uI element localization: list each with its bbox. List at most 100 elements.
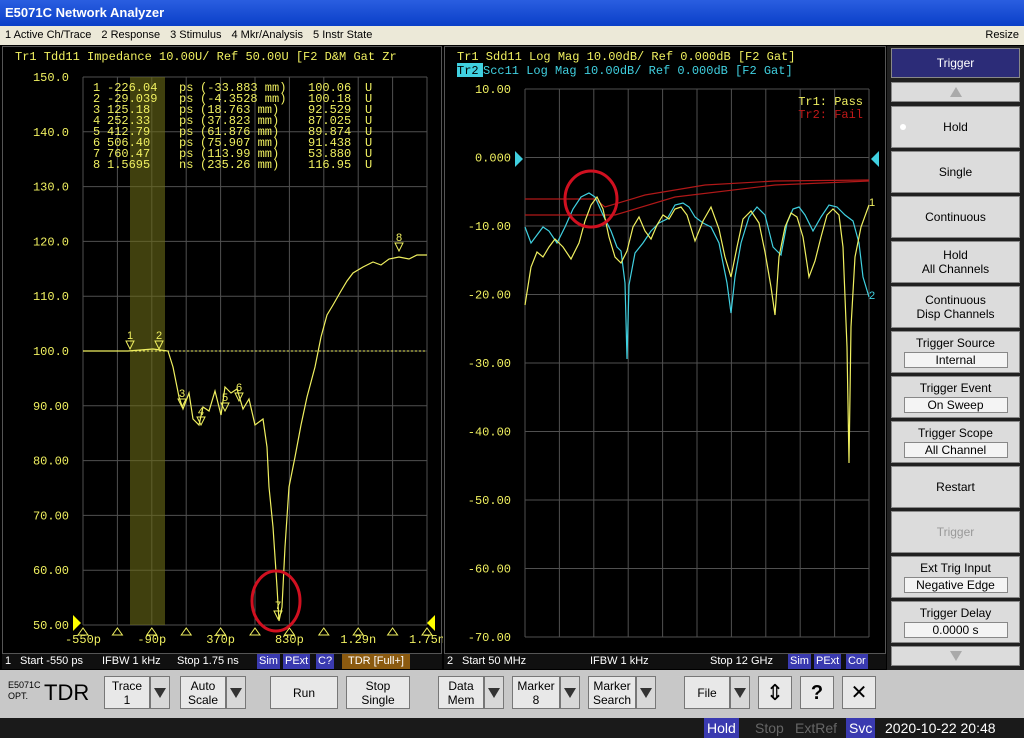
file-dropdown[interactable] bbox=[730, 676, 750, 709]
softkey-trigger-source[interactable]: Trigger Source Internal bbox=[891, 331, 1020, 373]
marker-search-dropdown[interactable] bbox=[636, 676, 656, 709]
data-mem-dropdown[interactable] bbox=[484, 676, 504, 709]
marker-search-button[interactable]: Marker Search bbox=[588, 676, 636, 709]
ch1-status-c: C? bbox=[316, 654, 335, 669]
softkey-cont-disp-l2: Disp Channels bbox=[916, 307, 995, 321]
status-stop: Stop bbox=[755, 720, 784, 736]
trigger-event-label: Trigger Event bbox=[919, 381, 992, 395]
ch1-y-tick-label: 140.0 bbox=[33, 126, 69, 140]
marker-value: 8 bbox=[532, 692, 540, 707]
softkey-trigger[interactable]: Trigger bbox=[891, 511, 1020, 553]
softkey-hold-all-l1: Hold bbox=[943, 248, 968, 262]
help-button[interactable]: ? bbox=[800, 676, 834, 709]
softkey-restart[interactable]: Restart bbox=[891, 466, 1020, 508]
ch1-status-start: Start -550 ps bbox=[20, 655, 83, 667]
trigger-scope-label: Trigger Scope bbox=[918, 426, 993, 440]
ch1-marker-table: 1 -226.04 ps (-33.883 mm) 100.06 U2 -29.039 ps(… bbox=[93, 81, 372, 172]
ch1-y-tick-label: 150.0 bbox=[33, 71, 69, 85]
limit-tr2-fail: Tr2: Fail bbox=[798, 108, 863, 122]
ch1-x-tick-marker bbox=[317, 627, 330, 636]
ch1-marker-flag-label: 8 bbox=[396, 232, 402, 244]
ch2-status-stop: Stop 12 GHz bbox=[710, 655, 773, 667]
softkey-trigger-delay[interactable]: Trigger Delay 0.0000 s bbox=[891, 601, 1020, 643]
softkey-ext-trig[interactable]: Ext Trig Input Negative Edge bbox=[891, 556, 1020, 598]
ch1-trace-title: Tr1 Tdd11 Impedance 10.00U/ Ref 50.00U [… bbox=[15, 50, 397, 64]
ch1-marker-readout: ns bbox=[179, 158, 193, 172]
ch1-x-tick-marker bbox=[111, 627, 124, 636]
ch1-marker-readout: U bbox=[365, 158, 372, 172]
softkey-hold[interactable]: Hold bbox=[891, 106, 1020, 148]
trace-value: 1 bbox=[123, 692, 131, 707]
ch1-marker-flag-label: 5 bbox=[222, 392, 228, 404]
softkey-scroll-up[interactable] bbox=[891, 82, 1020, 102]
softkey-trigger-scope[interactable]: Trigger Scope All Channel bbox=[891, 421, 1020, 463]
trace-button[interactable]: Trace 1 bbox=[104, 676, 150, 709]
ch1-x-ticks: -550p -90p 370p 830p 1.29n 1.75n bbox=[65, 627, 443, 647]
menu-stimulus[interactable]: 3 Stimulus bbox=[165, 26, 226, 45]
ext-trig-label: Ext Trig Input bbox=[920, 561, 991, 575]
ch1-ref-arrow-left bbox=[73, 615, 81, 631]
entry-toggle-button[interactable]: ⇕ bbox=[758, 676, 792, 709]
trigger-source-value: Internal bbox=[903, 352, 1008, 368]
softkey-scroll-down[interactable] bbox=[891, 646, 1020, 666]
ch2-trace2-label: Tr2 bbox=[457, 64, 479, 78]
softkey-panel: Trigger Hold Single Continuous Hold All C… bbox=[887, 46, 1024, 670]
stop-single-button[interactable]: Stop Single bbox=[346, 676, 410, 709]
softkey-header-trigger: Trigger bbox=[891, 48, 1020, 78]
ch2-status-ifbw: IFBW 1 kHz bbox=[590, 655, 649, 667]
stop-label: Stop bbox=[365, 678, 391, 693]
marker-search-label1: Marker bbox=[593, 678, 631, 693]
trigger-delay-value: 0.0000 s bbox=[903, 622, 1008, 638]
channel2-plot: Tr1 Sdd11 Log Mag 10.00dB/ Ref 0.000dB [… bbox=[457, 50, 879, 645]
ch2-y-tick-label: -30.00 bbox=[468, 357, 511, 371]
data-mem-button[interactable]: Data Mem bbox=[438, 676, 484, 709]
up-down-arrow-icon: ⇕ bbox=[765, 679, 785, 705]
ch1-status-bar: 1 Start -550 ps IFBW 1 kHz Stop 1.75 ns … bbox=[2, 654, 442, 669]
trigger-event-value: On Sweep bbox=[903, 397, 1008, 413]
softkey-continuous[interactable]: Continuous bbox=[891, 196, 1020, 238]
ch1-status-tdr: TDR [Full+] bbox=[342, 654, 410, 669]
file-button[interactable]: File bbox=[684, 676, 730, 709]
menu-response[interactable]: 2 Response bbox=[96, 26, 165, 45]
dropdown-arrow-icon bbox=[564, 687, 576, 698]
channel1-window[interactable]: Tr1 Tdd11 Impedance 10.00U/ Ref 50.00U [… bbox=[2, 46, 443, 654]
ch1-y-tick-label: 70.00 bbox=[33, 509, 69, 523]
ch1-y-tick-label: 90.00 bbox=[33, 400, 69, 414]
trace-dropdown[interactable] bbox=[150, 676, 170, 709]
ch2-y-tick-label: -50.00 bbox=[468, 494, 511, 508]
dropdown-arrow-icon bbox=[734, 687, 746, 698]
ch2-status-sim: Sim bbox=[788, 654, 811, 669]
menu-mkr-analysis[interactable]: 4 Mkr/Analysis bbox=[226, 26, 308, 45]
auto-scale-button[interactable]: Auto Scale bbox=[180, 676, 226, 709]
limit-tr1-pass: Tr1: Pass bbox=[798, 95, 863, 109]
logo-opt: OPT. bbox=[8, 691, 29, 701]
close-button[interactable]: ✕ bbox=[842, 676, 876, 709]
channel1-plot: Tr1 Tdd11 Impedance 10.00U/ Ref 50.00U [… bbox=[15, 50, 443, 647]
softkey-trigger-event[interactable]: Trigger Event On Sweep bbox=[891, 376, 1020, 418]
ch2-ref-arrow-left bbox=[515, 151, 523, 167]
run-button[interactable]: Run bbox=[270, 676, 338, 709]
ch2-y-tick-label: -60.00 bbox=[468, 563, 511, 577]
ch1-x-tick-marker bbox=[180, 627, 193, 636]
channel2-window[interactable]: Tr1 Sdd11 Log Mag 10.00dB/ Ref 0.000dB [… bbox=[444, 46, 886, 654]
softkey-single[interactable]: Single bbox=[891, 151, 1020, 193]
marker-button[interactable]: Marker 8 bbox=[512, 676, 560, 709]
model-logo: E5071C OPT. bbox=[8, 680, 41, 702]
menu-active-ch[interactable]: 1 Active Ch/Trace bbox=[0, 26, 96, 45]
softkey-hold-all-l2: All Channels bbox=[921, 262, 990, 276]
ch1-y-tick-label: 60.00 bbox=[33, 564, 69, 578]
softkey-continuous-disp[interactable]: Continuous Disp Channels bbox=[891, 286, 1020, 328]
ch1-status-ch: 1 bbox=[5, 655, 12, 667]
auto-scale-dropdown[interactable] bbox=[226, 676, 246, 709]
ch2-y-tick-label: -20.00 bbox=[468, 289, 511, 303]
menu-instr-state[interactable]: 5 Instr State bbox=[308, 26, 377, 45]
window-title: E5071C Network Analyzer bbox=[0, 0, 1024, 26]
logo-model: E5071C bbox=[8, 680, 41, 690]
menu-resize[interactable]: Resize bbox=[980, 26, 1024, 45]
ch1-y-tick-label: 120.0 bbox=[33, 235, 69, 249]
softkey-cont-disp-l1: Continuous bbox=[925, 293, 986, 307]
marker-dropdown[interactable] bbox=[560, 676, 580, 709]
ch1-y-tick-label: 50.00 bbox=[33, 619, 69, 633]
ch2-tr2-end-label: 2 bbox=[869, 290, 875, 302]
softkey-hold-all[interactable]: Hold All Channels bbox=[891, 241, 1020, 283]
